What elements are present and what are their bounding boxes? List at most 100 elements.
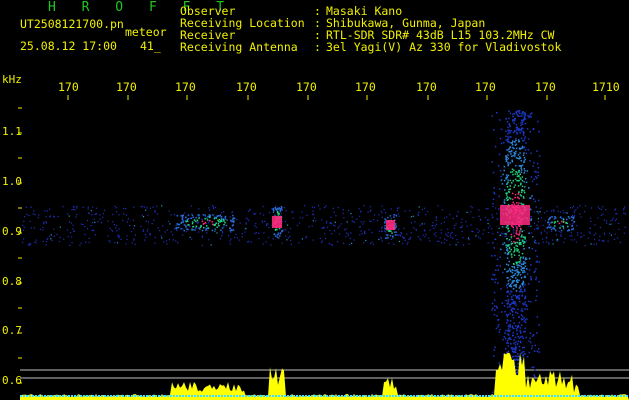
noise-dot xyxy=(624,226,626,228)
noise-dot xyxy=(434,225,436,227)
noise-dot xyxy=(482,233,484,235)
echo-pixel xyxy=(520,124,522,126)
noise-dot xyxy=(154,211,156,213)
echo-pixel xyxy=(512,269,514,272)
echo-pixel xyxy=(217,220,220,223)
echo-pixel xyxy=(517,366,519,368)
trace-baseline xyxy=(95,395,97,397)
trace-baseline xyxy=(65,395,67,397)
echo-pixel xyxy=(507,314,510,316)
echo-pixel xyxy=(518,295,520,297)
echo-pixel xyxy=(187,218,189,220)
echo-pixel xyxy=(514,272,517,275)
trace-baseline xyxy=(104,395,106,397)
echo-pixel xyxy=(520,130,523,132)
echo-pixel xyxy=(538,199,540,202)
echo-pixel xyxy=(280,207,283,209)
noise-dot xyxy=(407,241,409,244)
echo-pixel xyxy=(547,221,549,224)
echo-pixel xyxy=(518,279,520,282)
noise-dot xyxy=(571,207,574,209)
echo-pixel xyxy=(507,250,509,252)
echo-pixel xyxy=(503,165,506,168)
echo-pixel xyxy=(567,216,570,218)
echo-pixel xyxy=(501,311,503,313)
echo-pixel xyxy=(513,254,516,256)
echo-pixel xyxy=(206,219,209,221)
echo-pixel xyxy=(524,178,527,180)
noise-dot xyxy=(571,239,573,241)
trace-baseline xyxy=(572,395,574,397)
noise-dot xyxy=(535,242,538,244)
trace-baseline xyxy=(83,395,85,397)
echo-pixel xyxy=(507,138,510,140)
noise-dot xyxy=(288,231,290,233)
noise-dot xyxy=(484,216,487,218)
trace-baseline xyxy=(224,395,226,397)
noise-dot xyxy=(418,211,420,213)
echo-pixel xyxy=(493,247,495,249)
x-tick-label: 170 xyxy=(236,80,257,94)
noise-dot xyxy=(299,217,301,219)
noise-dot xyxy=(313,217,316,219)
trace-baseline xyxy=(620,395,622,397)
echo-pixel xyxy=(513,339,515,341)
echo-pixel xyxy=(522,242,525,245)
noise-dot xyxy=(56,233,58,236)
echo-pixel xyxy=(507,280,510,282)
noise-dot xyxy=(87,206,89,208)
noise-dot xyxy=(540,217,542,219)
echo-core xyxy=(386,220,395,230)
echo-pixel xyxy=(507,350,509,353)
echo-pixel xyxy=(279,210,281,213)
trace-baseline xyxy=(89,395,91,397)
echo-pixel xyxy=(528,116,530,119)
echo-pixel xyxy=(523,320,526,323)
echo-pixel xyxy=(498,331,500,333)
noise-dot xyxy=(237,237,239,239)
echo-pixel xyxy=(518,251,520,253)
noise-dot xyxy=(331,233,333,235)
echo-pixel xyxy=(182,214,184,216)
noise-dot xyxy=(245,228,247,230)
noise-dot xyxy=(118,237,120,239)
noise-dot xyxy=(446,234,448,236)
echo-pixel xyxy=(493,129,495,131)
echo-pixel xyxy=(559,227,561,229)
echo-pixel xyxy=(513,112,516,115)
trace-baseline xyxy=(32,395,34,397)
noise-dot xyxy=(67,213,69,215)
echo-pixel xyxy=(512,275,514,277)
echo-pixel xyxy=(180,228,182,230)
trace-baseline xyxy=(50,395,52,397)
echo-pixel xyxy=(523,262,525,265)
noise-dot xyxy=(176,229,178,231)
trace-baseline xyxy=(512,395,514,397)
noise-dot xyxy=(419,224,421,226)
echo-pixel xyxy=(517,193,520,195)
noise-dot xyxy=(530,225,532,227)
trace-baseline xyxy=(614,395,616,397)
trace-baseline xyxy=(185,395,187,397)
echo-pixel xyxy=(492,242,494,244)
echo-pixel xyxy=(514,152,517,155)
echo-pixel xyxy=(515,138,517,140)
noise-dot xyxy=(255,226,257,228)
echo-pixel xyxy=(511,242,514,245)
noise-dot xyxy=(402,236,404,238)
noise-dot xyxy=(34,214,36,216)
noise-dot xyxy=(162,225,164,227)
echo-pixel xyxy=(528,187,530,189)
noise-dot xyxy=(552,243,554,245)
trace-baseline xyxy=(599,395,601,397)
echo-pixel xyxy=(518,171,520,173)
echo-pixel xyxy=(511,168,514,170)
noise-dot xyxy=(572,223,574,225)
noise-dot xyxy=(99,214,101,216)
noise-dot xyxy=(29,244,31,246)
echo-pixel xyxy=(277,214,279,216)
noise-dot xyxy=(264,220,266,222)
echo-pixel xyxy=(281,209,283,211)
echo-pixel xyxy=(553,218,556,220)
echo-pixel xyxy=(515,147,518,150)
